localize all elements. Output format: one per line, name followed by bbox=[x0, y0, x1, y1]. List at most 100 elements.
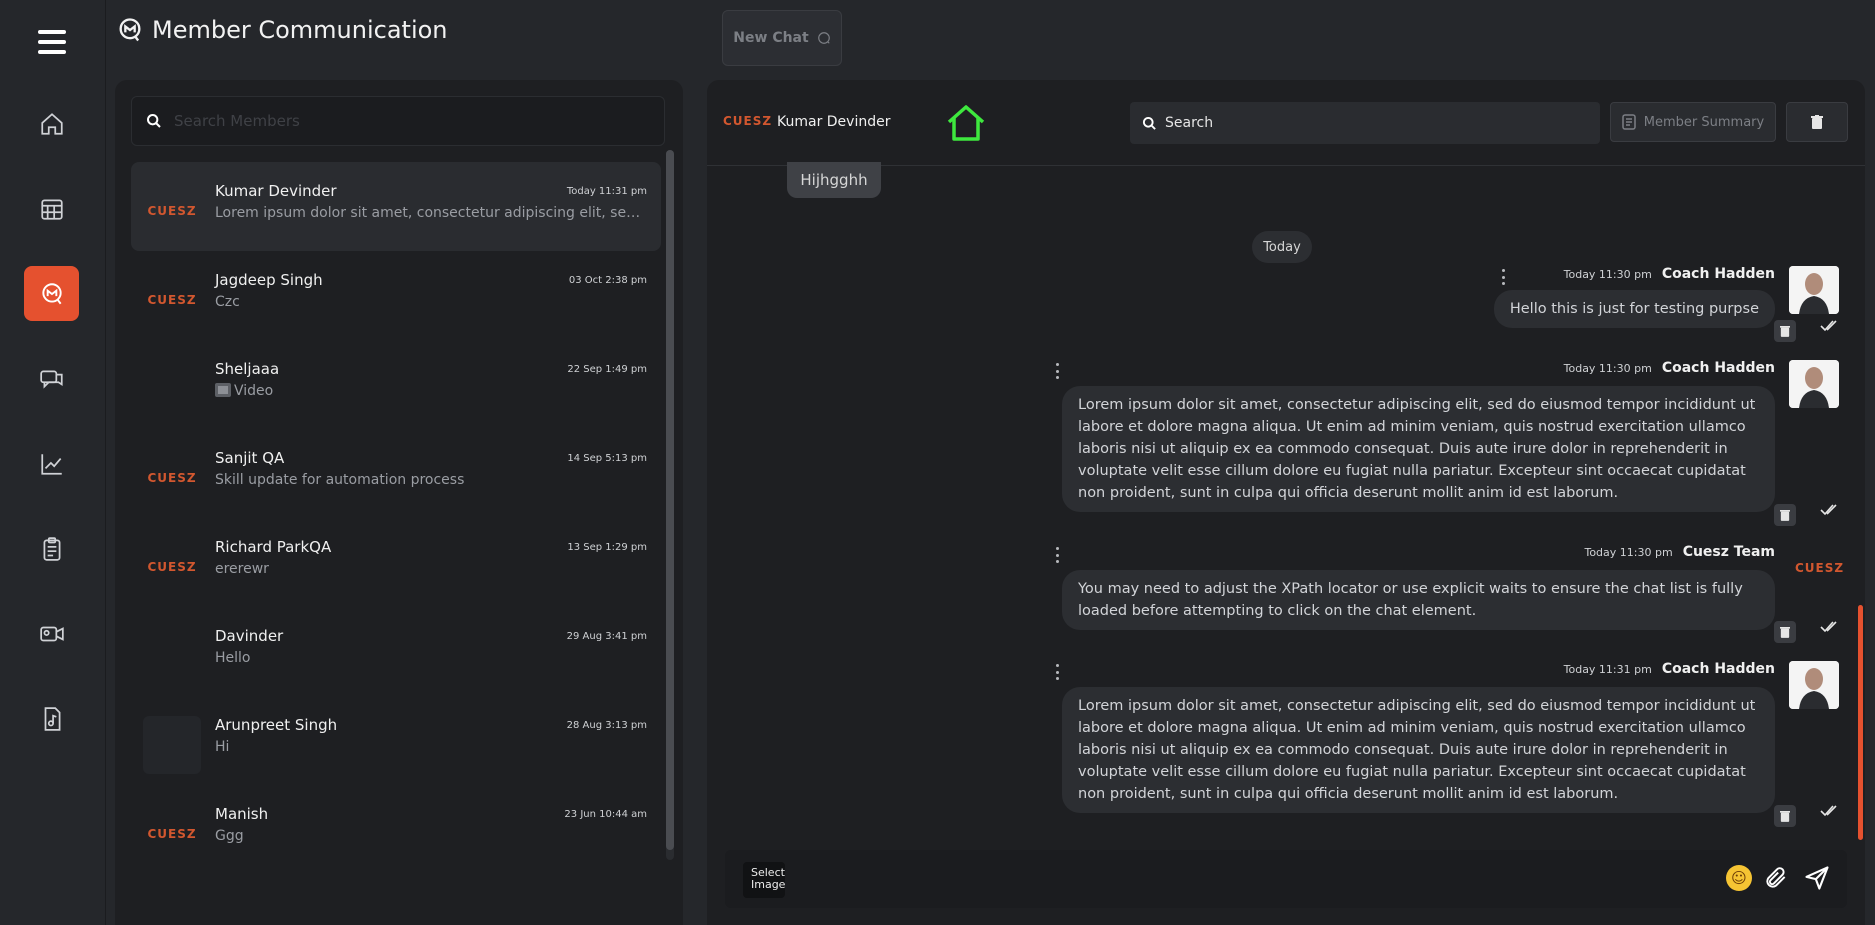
message-time: Today 11:30 pm bbox=[1563, 267, 1652, 281]
member-list-panel: CUESZ Kumar Devinder Today 11:31 pm Lore… bbox=[115, 80, 683, 925]
day-separator: Today bbox=[1252, 231, 1312, 263]
message-text: You may need to adjust the XPath locator… bbox=[1078, 581, 1743, 619]
avatar bbox=[143, 716, 201, 774]
read-receipt-icon bbox=[1820, 805, 1837, 817]
document-icon bbox=[1622, 114, 1636, 130]
member-list-item[interactable]: Arunpreet Singh 28 Aug 3:13 pm Hi bbox=[131, 696, 661, 785]
member-last-message-time: 23 Jun 10:44 am bbox=[564, 809, 647, 820]
member-last-message-time: 13 Sep 1:29 pm bbox=[567, 542, 647, 553]
member-last-message-preview: ererewr bbox=[215, 561, 269, 577]
delete-message-button[interactable] bbox=[1774, 320, 1796, 342]
coach-avatar bbox=[1789, 360, 1839, 408]
member-list-item[interactable]: CUESZ Richard ParkQA 13 Sep 1:29 pm erer… bbox=[131, 518, 661, 607]
member-last-message-preview: Ggg bbox=[215, 828, 244, 844]
member-name: Manish bbox=[215, 805, 269, 823]
member-last-message-time: 03 Oct 2:38 pm bbox=[568, 275, 647, 286]
message-text: Lorem ipsum dolor sit amet, consectetur … bbox=[1078, 698, 1756, 802]
new-chat-label: New Chat bbox=[733, 30, 809, 46]
sidebar-item-calendar[interactable] bbox=[24, 181, 79, 236]
delete-message-button[interactable] bbox=[1774, 504, 1796, 526]
sidebar-item-audio-files[interactable] bbox=[24, 691, 79, 746]
coach-photo-icon bbox=[1789, 360, 1839, 408]
delete-chat-button[interactable] bbox=[1786, 102, 1848, 142]
member-list-item[interactable]: Sheljaaa 22 Sep 1:49 pm Video bbox=[131, 340, 661, 429]
search-icon bbox=[147, 114, 161, 128]
member-last-message-preview: Lorem ipsum dolor sit amet, consectetur … bbox=[215, 205, 645, 221]
chat-bubble-icon bbox=[817, 32, 830, 44]
read-receipt-icon bbox=[1820, 621, 1837, 633]
delete-message-button[interactable] bbox=[1774, 805, 1796, 827]
select-image-button[interactable]: Select Image bbox=[743, 862, 785, 898]
member-chat-icon bbox=[41, 282, 62, 304]
message-sender: Coach Hadden bbox=[1661, 661, 1775, 677]
page-title: Member Communication bbox=[116, 16, 448, 44]
message-time: Today 11:30 pm bbox=[1584, 545, 1673, 559]
member-last-message-time: 14 Sep 5:13 pm bbox=[567, 453, 647, 464]
message-bubble: You may need to adjust the XPath locator… bbox=[1062, 570, 1775, 630]
sidebar bbox=[0, 0, 106, 925]
cuesz-team-avatar: CUESZ bbox=[1795, 561, 1845, 575]
member-last-message-time: 28 Aug 3:13 pm bbox=[566, 720, 647, 731]
member-list-item[interactable]: CUESZ Manish 23 Jun 10:44 am Ggg bbox=[131, 785, 661, 862]
sidebar-item-video[interactable] bbox=[24, 606, 79, 661]
member-name: Arunpreet Singh bbox=[215, 716, 338, 734]
attachment-icon[interactable] bbox=[1763, 864, 1789, 892]
member-name: Sheljaaa bbox=[215, 360, 280, 378]
send-icon[interactable] bbox=[1803, 864, 1831, 892]
message-options-icon[interactable] bbox=[1052, 664, 1062, 680]
member-chat-logo-icon bbox=[119, 18, 141, 42]
avatar: CUESZ bbox=[143, 182, 201, 240]
previous-message-bubble: Hijhgghh bbox=[787, 162, 881, 198]
member-list-scrollbar-thumb[interactable] bbox=[666, 150, 674, 850]
message-options-icon[interactable] bbox=[1052, 547, 1062, 563]
message-composer: Select Image ☺ bbox=[725, 850, 1847, 908]
sidebar-item-analytics[interactable] bbox=[24, 436, 79, 491]
sidebar-item-member-communication[interactable] bbox=[24, 266, 79, 321]
message-text: Lorem ipsum dolor sit amet, consectetur … bbox=[1078, 397, 1756, 501]
message-input[interactable] bbox=[795, 862, 1675, 896]
chat-scrollbar-thumb[interactable] bbox=[1858, 605, 1863, 840]
member-summary-button[interactable]: Member Summary bbox=[1610, 102, 1776, 142]
avatar: CUESZ bbox=[143, 538, 201, 596]
coach-avatar bbox=[1789, 266, 1839, 314]
member-name: Davinder bbox=[215, 627, 284, 645]
sidebar-item-home[interactable] bbox=[24, 96, 79, 151]
message-options-icon[interactable] bbox=[1498, 269, 1508, 285]
chat-search-input[interactable] bbox=[1165, 115, 1585, 131]
chat-header: CUESZ Kumar Devinder Member Summary bbox=[707, 80, 1865, 166]
day-separator-label: Today bbox=[1263, 239, 1301, 255]
member-last-message-preview: Hello bbox=[215, 650, 251, 666]
sidebar-item-clipboard[interactable] bbox=[24, 521, 79, 576]
member-name: Richard ParkQA bbox=[215, 538, 332, 556]
coach-avatar bbox=[1789, 661, 1839, 709]
avatar: CUESZ bbox=[143, 805, 201, 862]
message-text: Hello this is just for testing purpse bbox=[1509, 301, 1759, 317]
member-list-item[interactable]: CUESZ Jagdeep Singh 03 Oct 2:38 pm Czc bbox=[131, 251, 661, 340]
member-last-message-preview: Hi bbox=[215, 739, 230, 755]
analytics-icon bbox=[40, 453, 62, 475]
delete-message-button[interactable] bbox=[1774, 621, 1796, 643]
music-file-icon bbox=[44, 706, 60, 731]
cuesz-logo: CUESZ bbox=[147, 471, 197, 485]
member-list-item[interactable]: Davinder 29 Aug 3:41 pm Hello bbox=[131, 607, 661, 696]
sidebar-item-messages[interactable] bbox=[24, 351, 79, 406]
message-sender: Coach Hadden bbox=[1661, 360, 1775, 376]
member-list-item[interactable]: CUESZ Kumar Devinder Today 11:31 pm Lore… bbox=[131, 162, 661, 251]
member-name: Kumar Devinder bbox=[215, 182, 337, 200]
video-icon bbox=[39, 626, 64, 641]
avatar: CUESZ bbox=[143, 449, 201, 507]
message-sender: Coach Hadden bbox=[1661, 266, 1775, 282]
member-last-message-preview: Czc bbox=[215, 294, 240, 310]
home-icon[interactable] bbox=[945, 102, 987, 144]
hamburger-menu-icon[interactable] bbox=[38, 30, 66, 56]
member-search-input[interactable] bbox=[174, 112, 644, 130]
calendar-icon bbox=[40, 198, 63, 220]
emoji-button[interactable]: ☺ bbox=[1726, 865, 1752, 891]
message-time: Today 11:31 pm bbox=[1563, 662, 1652, 676]
search-icon bbox=[1142, 116, 1156, 130]
trash-icon bbox=[1811, 115, 1823, 129]
home-icon bbox=[40, 112, 63, 135]
message-options-icon[interactable] bbox=[1052, 363, 1062, 379]
new-chat-button[interactable]: New Chat bbox=[722, 10, 842, 66]
member-list-item[interactable]: CUESZ Sanjit QA 14 Sep 5:13 pm Skill upd… bbox=[131, 429, 661, 518]
